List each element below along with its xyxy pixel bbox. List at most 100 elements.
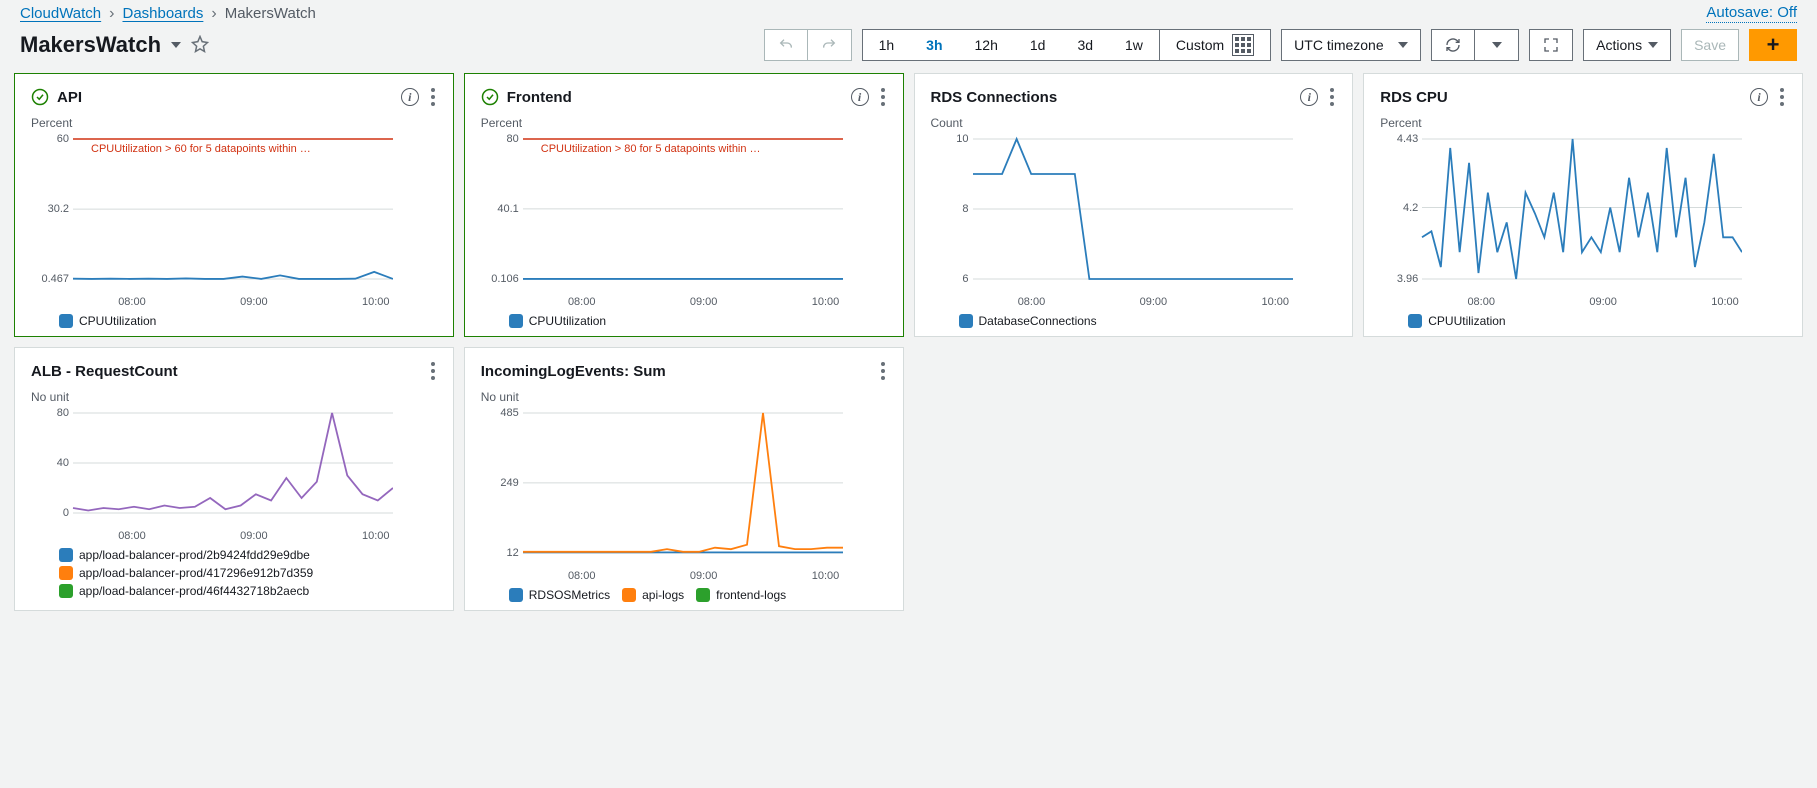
unit-label: Percent [481, 116, 887, 130]
legend-swatch [59, 548, 73, 562]
time-range-12h[interactable]: 12h [959, 30, 1014, 60]
legend-item[interactable]: RDSOSMetrics [509, 588, 610, 602]
page-title: MakersWatch [20, 32, 161, 58]
x-ticks: 08:0009:0010:00 [1380, 296, 1786, 308]
breadcrumb: CloudWatch › Dashboards › MakersWatch [20, 5, 316, 23]
unit-label: No unit [481, 390, 887, 404]
widget-menu-icon[interactable] [879, 360, 887, 382]
legend: CPUUtilization [1380, 308, 1786, 328]
legend-label: DatabaseConnections [979, 314, 1097, 328]
legend-swatch [959, 314, 973, 328]
x-ticks: 08:0009:0010:00 [481, 570, 887, 582]
fullscreen-button[interactable] [1529, 29, 1573, 61]
legend-item[interactable]: frontend-logs [696, 588, 786, 602]
save-button[interactable]: Save [1681, 29, 1739, 61]
widget-title: RDS Connections [931, 89, 1293, 106]
breadcrumb-current: MakersWatch [225, 5, 316, 22]
legend-label: RDSOSMetrics [529, 588, 610, 602]
caret-down-icon [1648, 42, 1658, 48]
chart-area[interactable]: 1086 [931, 134, 1337, 294]
chart-area[interactable]: 48524912 [481, 408, 887, 568]
widget-title: IncomingLogEvents: Sum [481, 363, 871, 380]
caret-down-icon [1398, 42, 1408, 48]
favorite-star-icon[interactable] [191, 35, 209, 56]
widget-title: Frontend [507, 89, 843, 106]
info-icon[interactable]: i [1750, 88, 1768, 106]
unit-label: Percent [1380, 116, 1786, 130]
legend: CPUUtilization [481, 308, 887, 328]
chevron-right-icon: › [211, 5, 216, 23]
legend-swatch [59, 566, 73, 580]
redo-button[interactable] [808, 29, 852, 61]
unit-label: Count [931, 116, 1337, 130]
legend-swatch [696, 588, 710, 602]
time-range-1h[interactable]: 1h [863, 30, 911, 60]
calendar-grid-icon [1232, 34, 1254, 56]
legend-item[interactable]: app/load-balancer-prod/46f4432718b2aecb [59, 584, 437, 598]
chart-area[interactable]: 80400 [31, 408, 437, 528]
chart-area[interactable]: 8040.10.106CPUUtilization > 80 for 5 dat… [481, 134, 887, 294]
widgets-grid: API i Percent 6030.20.467CPUUtilization > 6… [0, 73, 1817, 625]
info-icon[interactable]: i [851, 88, 869, 106]
breadcrumb-root-link[interactable]: CloudWatch [20, 5, 101, 22]
legend: DatabaseConnections [931, 308, 1337, 328]
legend-item[interactable]: CPUUtilization [59, 314, 156, 328]
breadcrumb-row: CloudWatch › Dashboards › MakersWatch Au… [0, 0, 1817, 25]
status-ok-icon [481, 88, 499, 106]
unit-label: Percent [31, 116, 437, 130]
widget-rds-conn: RDS ConnectionsiCount108608:0009:0010:00… [914, 73, 1354, 337]
status-ok-icon [31, 88, 49, 106]
info-icon[interactable]: i [1300, 88, 1318, 106]
widget-menu-icon[interactable] [879, 86, 887, 108]
widget-menu-icon[interactable] [429, 86, 437, 108]
legend: app/load-balancer-prod/2b9424fdd29e9dbe a… [31, 542, 437, 598]
legend: CPUUtilization [31, 308, 437, 328]
breadcrumb-dashboards-link[interactable]: Dashboards [122, 5, 203, 22]
legend-item[interactable]: app/load-balancer-prod/2b9424fdd29e9dbe [59, 548, 437, 562]
legend-swatch [59, 314, 73, 328]
widget-title: ALB - RequestCount [31, 363, 421, 380]
legend-label: CPUUtilization [529, 314, 606, 328]
x-ticks: 08:0009:0010:00 [481, 296, 887, 308]
save-label: Save [1694, 37, 1726, 53]
legend-swatch [59, 584, 73, 598]
undo-redo-group [764, 29, 852, 61]
legend-label: CPUUtilization [1428, 314, 1505, 328]
time-range-1w[interactable]: 1w [1109, 30, 1159, 60]
legend-item[interactable]: app/load-balancer-prod/417296e912b7d359 [59, 566, 437, 580]
legend-label: frontend-logs [716, 588, 786, 602]
legend-item[interactable]: CPUUtilization [1408, 314, 1505, 328]
refresh-options-button[interactable] [1475, 29, 1519, 61]
autosave-toggle[interactable]: Autosave: Off [1706, 4, 1797, 23]
widget-menu-icon[interactable] [1328, 86, 1336, 108]
time-range-3h[interactable]: 3h [910, 30, 958, 60]
add-widget-button[interactable]: + [1749, 29, 1797, 61]
widget-title: API [57, 89, 393, 106]
info-icon[interactable]: i [401, 88, 419, 106]
legend: RDSOSMetrics api-logs frontend-logs [481, 582, 887, 602]
widget-rds-cpu: RDS CPUiPercent4.434.23.9608:0009:0010:0… [1363, 73, 1803, 337]
legend-swatch [622, 588, 636, 602]
actions-label: Actions [1596, 37, 1642, 53]
chart-area[interactable]: 6030.20.467CPUUtilization > 60 for 5 dat… [31, 134, 437, 294]
refresh-button[interactable] [1431, 29, 1475, 61]
time-range-picker: 1h3h12h1d3d1wCustom [862, 29, 1272, 61]
timezone-select[interactable]: UTC timezone [1281, 29, 1421, 61]
timezone-label: UTC timezone [1294, 37, 1383, 53]
widget-menu-icon[interactable] [1778, 86, 1786, 108]
legend-item[interactable]: DatabaseConnections [959, 314, 1097, 328]
widget-menu-icon[interactable] [429, 360, 437, 382]
undo-button[interactable] [764, 29, 808, 61]
actions-button[interactable]: Actions [1583, 29, 1671, 61]
time-range-custom[interactable]: Custom [1159, 30, 1270, 60]
widget-frontend: Frontend i Percent 8040.10.106CPUUtilizatio… [464, 73, 904, 337]
x-ticks: 08:0009:0010:00 [31, 530, 437, 542]
chart-area[interactable]: 4.434.23.96 [1380, 134, 1786, 294]
legend-item[interactable]: CPUUtilization [509, 314, 606, 328]
time-range-3d[interactable]: 3d [1061, 30, 1109, 60]
legend-item[interactable]: api-logs [622, 588, 684, 602]
time-range-1d[interactable]: 1d [1014, 30, 1062, 60]
title-row: MakersWatch 1h3h12h1d3d1wCustom UTC time… [0, 25, 1817, 73]
legend-swatch [509, 314, 523, 328]
title-dropdown-icon[interactable] [171, 42, 181, 48]
